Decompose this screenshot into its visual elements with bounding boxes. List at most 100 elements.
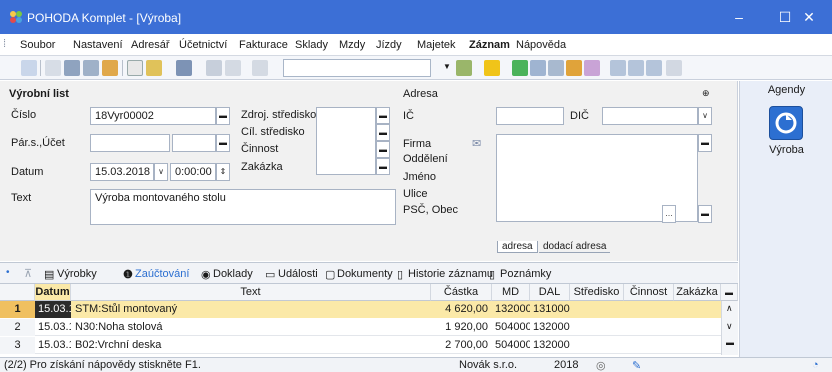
cell-datum[interactable]: 15.03.18 [35, 301, 71, 318]
cislo-field[interactable]: 18Vyr00002 [90, 107, 216, 125]
pin-icon[interactable]: • [6, 267, 10, 278]
menu-napoveda[interactable]: Nápověda [516, 39, 566, 51]
toolbar-grid-icon[interactable] [530, 60, 546, 76]
toolbar-filter-icon[interactable] [456, 60, 472, 76]
zakazka-picker-button[interactable]: ▬ [376, 158, 390, 175]
cinnost-picker-button[interactable]: ▬ [376, 141, 390, 158]
grid-header-md[interactable]: MD [492, 284, 530, 301]
dodaci-adresa-subtab[interactable]: dodací adresa [539, 241, 611, 253]
cell-text[interactable]: STM:Stůl montovaný [71, 301, 431, 318]
cell-md[interactable]: 132000 [492, 301, 530, 318]
close-button[interactable]: ✕ [786, 0, 832, 34]
cell-md[interactable]: 504000 [492, 319, 530, 336]
toolbar-print-preview-icon[interactable] [83, 60, 99, 76]
toolbar-copy-icon[interactable] [252, 60, 268, 76]
cell-md[interactable]: 504000 [492, 337, 530, 354]
tab-vyrobky[interactable]: Výrobky [57, 268, 97, 280]
minimize-button[interactable]: – [716, 0, 762, 34]
menu-fakturace[interactable]: Fakturace [239, 39, 288, 51]
status-edit-icon[interactable]: ✎ [632, 359, 641, 372]
adresa-link-icon[interactable]: ⊕ [702, 88, 710, 99]
filter-icon[interactable]: ⊼ [24, 267, 32, 280]
grid-header-castka[interactable]: Částka [431, 284, 492, 301]
cell-castka[interactable]: 2 700,00 [431, 337, 492, 354]
ic-field[interactable] [496, 107, 564, 125]
tab-dokumenty[interactable]: Dokumenty [337, 268, 393, 280]
grid-header-cinnost[interactable]: Činnost [624, 284, 674, 301]
ucet-field[interactable] [172, 134, 216, 152]
cell-dal[interactable]: 132000 [530, 319, 570, 336]
time-spinner[interactable]: ⇕ [216, 163, 230, 181]
grid-column-chooser-icon[interactable]: ▬ [721, 284, 738, 301]
menu-mzdy[interactable]: Mzdy [339, 39, 365, 51]
menu-adresar[interactable]: Adresář [131, 39, 170, 51]
adresa-subtab[interactable]: adresa [497, 241, 538, 253]
cell-datum[interactable]: 15.03.18 [35, 319, 71, 336]
cell-datum[interactable]: 15.03.18 [35, 337, 71, 354]
toolbar-folder-icon[interactable] [484, 60, 500, 76]
cislo-picker-button[interactable]: ▬ [216, 107, 230, 125]
tab-udalosti[interactable]: Události [278, 268, 318, 280]
toolbar-window2-icon[interactable] [628, 60, 644, 76]
tab-poznamky[interactable]: Poznámky [500, 268, 551, 280]
scroll-up-icon[interactable]: ∧ [726, 303, 733, 314]
table-row[interactable]: 1 15.03.18 STM:Stůl montovaný 4 620,00 1… [0, 301, 721, 318]
toolbar-window3-icon[interactable] [646, 60, 662, 76]
status-ok-icon[interactable]: ◔ [812, 359, 819, 371]
psc-picker-button[interactable]: … [662, 205, 676, 223]
toolbar-new-record-icon[interactable] [127, 60, 143, 76]
toolbar-list-icon[interactable] [548, 60, 564, 76]
grid-scrollbar[interactable]: ∧ ∨ ▬ [721, 301, 738, 355]
cell-dal[interactable]: 132000 [530, 337, 570, 354]
menu-sklady[interactable]: Sklady [295, 39, 328, 51]
firma-picker-button[interactable]: ▬ [698, 134, 712, 152]
tab-doklady[interactable]: Doklady [213, 268, 253, 280]
obec-picker-button[interactable]: ▬ [698, 205, 712, 223]
zdroj-picker-button[interactable]: ▬ [376, 107, 390, 124]
grid-header-zakazka[interactable]: Zakázka [674, 284, 721, 301]
menu-nastaveni[interactable]: Nastavení [73, 39, 123, 51]
menu-zaznam[interactable]: Záznam [469, 39, 510, 51]
ucet-picker-button[interactable]: ▬ [216, 134, 230, 152]
toolbar-combo[interactable] [283, 59, 431, 77]
grid-header-datum[interactable]: Datum [35, 284, 71, 301]
toolbar-sync-icon[interactable] [21, 60, 37, 76]
toolbar-back-icon[interactable] [176, 60, 192, 76]
cell-empty[interactable] [570, 301, 721, 318]
tab-historie-zaznamu[interactable]: Historie záznamu [408, 268, 493, 280]
cell-dal[interactable]: 131000 [530, 301, 570, 318]
cell-castka[interactable]: 1 920,00 [431, 319, 492, 336]
toolbar-window-icon[interactable] [610, 60, 626, 76]
cell-castka[interactable]: 4 620,00 [431, 301, 492, 318]
text-field[interactable]: Výroba montovaného stolu [90, 189, 396, 225]
toolbar-print-icon[interactable] [64, 60, 80, 76]
toolbar-users-icon[interactable] [566, 60, 582, 76]
time-field[interactable]: 0:00:00 [170, 163, 216, 181]
grid-header-text[interactable]: Text [71, 284, 431, 301]
toolbar-help-icon[interactable] [666, 60, 682, 76]
firma-lookup-icon[interactable]: ✉ [472, 137, 481, 150]
cell-text[interactable]: B02:Vrchní deska [71, 337, 431, 354]
menu-jizdy[interactable]: Jízdy [376, 39, 402, 51]
scroll-down-icon[interactable]: ∨ [726, 321, 733, 332]
datum-dropdown-icon[interactable]: ∨ [154, 163, 168, 181]
scroll-end-icon[interactable]: ▬ [726, 338, 734, 347]
dic-field[interactable] [602, 107, 698, 125]
cil-picker-button[interactable]: ▬ [376, 124, 390, 141]
cell-text[interactable]: N30:Noha stolová [71, 319, 431, 336]
vyroba-agenda-label[interactable]: Výroba [740, 144, 832, 156]
strediska-field[interactable] [316, 107, 376, 175]
toolbar-cancel-icon[interactable] [225, 60, 241, 76]
toolbar-save-icon[interactable] [206, 60, 222, 76]
menu-majetek[interactable]: Majetek [417, 39, 456, 51]
menu-soubor[interactable]: Soubor [20, 39, 55, 51]
datum-field[interactable]: 15.03.2018 [90, 163, 154, 181]
toolbar-dropdown-arrow-icon[interactable]: ▼ [443, 62, 451, 71]
toolbar-green-icon[interactable] [512, 60, 528, 76]
dic-dropdown-icon[interactable]: ∨ [698, 107, 712, 125]
menu-ucetnictvi[interactable]: Účetnictví [179, 39, 227, 51]
vyroba-agenda-icon[interactable] [769, 106, 803, 140]
table-row[interactable]: 3 15.03.18 B02:Vrchní deska 2 700,00 504… [0, 337, 721, 354]
table-row[interactable]: 2 15.03.18 N30:Noha stolová 1 920,00 504… [0, 319, 721, 336]
parsucet-field[interactable] [90, 134, 170, 152]
